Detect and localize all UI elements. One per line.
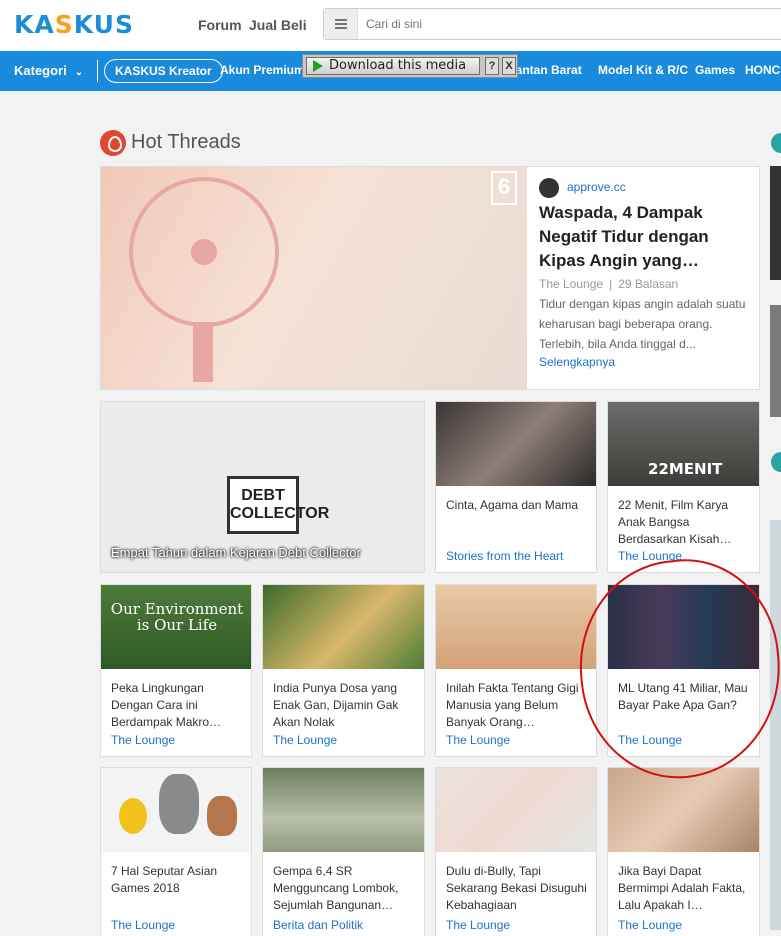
thread-card[interactable]: 7 Hal Seputar Asian Games 2018 The Loung… <box>100 767 252 936</box>
thread-card[interactable]: Jika Bayi Dapat Bermimpi Adalah Fakta, L… <box>607 767 760 936</box>
top-header: KASKUS Forum Jual Beli <box>0 0 781 51</box>
play-icon <box>313 60 323 72</box>
mascot-illustration <box>119 798 147 834</box>
thread-card-title[interactable]: Gempa 6,4 SR Mengguncang Lombok, Sejumla… <box>273 863 416 914</box>
download-label: Download this media <box>329 58 467 73</box>
thread-card[interactable]: Gempa 6,4 SR Mengguncang Lombok, Sejumla… <box>262 767 425 936</box>
featured-meta: The Lounge | 29 Balasan <box>539 277 679 291</box>
thread-thumbnail <box>608 585 759 669</box>
thread-thumbnail: 22MENIT <box>608 402 759 486</box>
mascot-illustration <box>207 796 237 836</box>
thread-thumbnail <box>436 768 596 852</box>
featured-replies: 29 Balasan <box>618 277 679 291</box>
download-media-button[interactable]: Download this media <box>306 57 480 75</box>
divider <box>97 60 98 82</box>
thread-card-category[interactable]: The Lounge <box>446 733 510 747</box>
hamburger-menu-icon[interactable] <box>324 9 358 39</box>
fan-stand <box>193 322 213 382</box>
thread-card[interactable]: 22MENIT 22 Menit, Film Karya Anak Bangsa… <box>607 401 760 573</box>
thread-card-category[interactable]: Berita dan Politik <box>273 918 363 932</box>
featured-description: Tidur dengan kipas angin adalah suatu ke… <box>539 297 746 351</box>
thread-card-category[interactable]: The Lounge <box>446 918 510 932</box>
thread-thumbnail: Our Environment is Our Life <box>101 585 251 669</box>
featured-title[interactable]: Waspada, 4 Dampak Negatif Tidur dengan K… <box>539 201 751 273</box>
nav-forum[interactable]: Forum <box>198 17 242 33</box>
thread-card[interactable]: Inilah Fakta Tentang Gigi Manusia yang B… <box>435 584 597 757</box>
kaskus-kreator-button[interactable]: KASKUS Kreator <box>104 59 223 83</box>
liputan6-watermark: 6 <box>491 171 517 205</box>
fan-illustration <box>129 177 279 327</box>
thread-card-category[interactable]: The Lounge <box>111 918 175 932</box>
sidebar-edge-badge <box>771 133 781 153</box>
kategori-label: Kategori <box>14 63 67 78</box>
search-box <box>323 8 781 40</box>
thread-thumbnail <box>101 768 251 852</box>
thread-card-title[interactable]: India Punya Dosa yang Enak Gan, Dijamin … <box>273 680 416 731</box>
thread-card[interactable]: Our Environment is Our Life Peka Lingkun… <box>100 584 252 757</box>
fire-icon <box>100 130 126 156</box>
kaskus-logo[interactable]: KASKUS <box>14 10 134 39</box>
thumb-text: Our Environment is Our Life <box>110 600 244 634</box>
category-akun-premium[interactable]: Akun Premium <box>220 63 305 77</box>
source-name: approve.cc <box>567 180 626 195</box>
close-button[interactable]: X <box>502 57 516 75</box>
featured-thumbnail[interactable]: 6 <box>101 167 527 389</box>
chevron-down-icon: ⌄ <box>74 67 84 78</box>
thread-thumbnail <box>608 768 759 852</box>
thread-card-title[interactable]: 7 Hal Seputar Asian Games 2018 <box>111 863 243 914</box>
thread-thumbnail <box>436 585 596 669</box>
thread-card-title[interactable]: Dulu di-Bully, Tapi Sekarang Bekasi Disu… <box>446 863 588 914</box>
featured-source[interactable]: approve.cc <box>539 178 626 198</box>
category-games[interactable]: Games <box>695 63 735 77</box>
thread-card[interactable]: India Punya Dosa yang Enak Gan, Dijamin … <box>262 584 425 757</box>
featured-thread-card[interactable]: 6 approve.cc Waspada, 4 Dampak Negatif T… <box>100 166 760 390</box>
thread-card-title[interactable]: Jika Bayi Dapat Bermimpi Adalah Fakta, L… <box>618 863 751 914</box>
nav-jual-beli[interactable]: Jual Beli <box>249 17 307 33</box>
thread-thumbnail <box>436 402 596 486</box>
kategori-dropdown[interactable]: Kategori ⌄ <box>14 63 83 78</box>
category-model-kit[interactable]: Model Kit & R/C <box>598 63 688 77</box>
read-more-link[interactable]: Selengkapnya <box>539 355 615 369</box>
thread-card-category[interactable]: The Lounge <box>618 918 682 932</box>
thread-card-large[interactable]: DEBT COLLECTOR Empat Tahun dalam Kejaran… <box>100 401 425 573</box>
sidebar-edge-badge <box>771 452 781 472</box>
source-avatar <box>539 178 559 198</box>
thread-card-title[interactable]: ML Utang 41 Miliar, Mau Bayar Pake Apa G… <box>618 680 751 731</box>
category-honda[interactable]: HONC <box>745 63 780 77</box>
hot-threads-title: Hot Threads <box>131 131 241 153</box>
thread-card-category[interactable]: The Lounge <box>618 549 682 563</box>
thread-card-title[interactable]: Empat Tahun dalam Kejaran Debt Collector <box>111 545 361 560</box>
thread-card[interactable]: Cinta, Agama dan Mama Stories from the H… <box>435 401 597 573</box>
thread-card-category[interactable]: The Lounge <box>618 733 682 747</box>
thread-card-title[interactable]: Peka Lingkungan Dengan Cara ini Berdampa… <box>111 680 243 731</box>
help-button[interactable]: ? <box>485 57 499 75</box>
featured-category[interactable]: The Lounge <box>539 277 603 291</box>
debt-collector-sign: DEBT COLLECTOR <box>227 476 329 534</box>
thread-card-title[interactable]: Inilah Fakta Tentang Gigi Manusia yang B… <box>446 680 588 731</box>
sidebar-edge-thumbnail <box>770 305 781 417</box>
thread-card-category[interactable]: The Lounge <box>111 733 175 747</box>
thread-card-category[interactable]: The Lounge <box>273 733 337 747</box>
thread-card[interactable]: ML Utang 41 Miliar, Mau Bayar Pake Apa G… <box>607 584 760 757</box>
search-input[interactable] <box>366 15 666 33</box>
thumb-text: 22MENIT <box>648 460 723 478</box>
mascot-illustration <box>159 774 199 834</box>
thread-card-title[interactable]: Cinta, Agama dan Mama <box>446 497 588 548</box>
thread-card-category[interactable]: Stories from the Heart <box>446 549 563 563</box>
sidebar-edge-thumbnail <box>770 520 781 930</box>
thread-thumbnail <box>263 768 424 852</box>
download-media-bar: Download this media ? X <box>302 54 518 78</box>
thread-thumbnail <box>263 585 424 669</box>
thread-card-title[interactable]: 22 Menit, Film Karya Anak Bangsa Berdasa… <box>618 497 751 548</box>
thread-card[interactable]: Dulu di-Bully, Tapi Sekarang Bekasi Disu… <box>435 767 597 936</box>
sidebar-edge-thumbnail <box>770 166 781 280</box>
